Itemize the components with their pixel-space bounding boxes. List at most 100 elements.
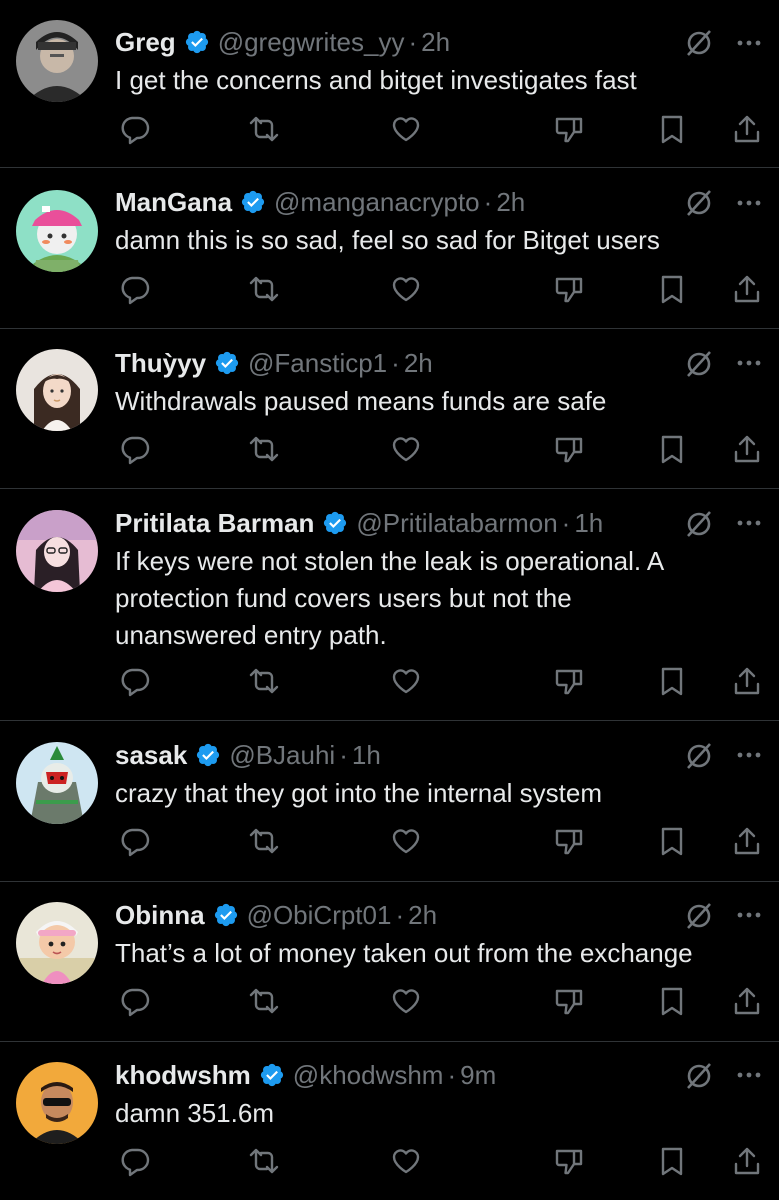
reply-icon[interactable] [119,985,151,1017]
verified-badge-icon [185,30,208,54]
dislike-icon[interactable] [553,273,585,305]
timestamp[interactable]: 2h [421,27,450,58]
reply-icon[interactable] [119,273,151,305]
author-handle[interactable]: @Fansticp1 [248,348,387,379]
dislike-icon[interactable] [553,665,585,697]
more-options-icon[interactable] [736,197,762,209]
timestamp[interactable]: 1h [352,740,381,771]
avatar[interactable] [16,190,98,272]
share-icon[interactable] [731,665,763,697]
dislike-icon[interactable] [553,433,585,465]
author-name[interactable]: ManGana [115,187,232,218]
share-icon[interactable] [731,825,763,857]
more-options-icon[interactable] [736,1069,762,1081]
dislike-icon[interactable] [553,113,585,145]
author-handle[interactable]: @BJauhi [229,740,335,771]
repost-icon[interactable] [248,433,280,465]
grok-icon[interactable] [683,348,715,380]
dislike-icon[interactable] [553,985,585,1017]
bookmark-icon[interactable] [656,665,688,697]
tweet[interactable]: Obinna @ObiCrpt01 · 2h That’s a lot of m… [0,882,779,1042]
more-options-icon[interactable] [736,37,762,49]
more-options-icon[interactable] [736,749,762,761]
grok-icon[interactable] [683,1060,715,1092]
repost-icon[interactable] [248,1145,280,1177]
author-handle[interactable]: @gregwrites_yy [218,27,405,58]
dislike-icon[interactable] [553,825,585,857]
repost-icon[interactable] [248,273,280,305]
like-icon[interactable] [390,433,422,465]
separator: · [561,507,571,538]
tweet[interactable]: khodwshm @khodwshm · 9m damn 351.6m [0,1042,779,1200]
more-options-icon[interactable] [736,357,762,369]
grok-icon[interactable] [683,187,715,219]
verified-badge-icon [215,351,239,375]
reply-icon[interactable] [119,1145,151,1177]
like-icon[interactable] [390,273,422,305]
bookmark-icon[interactable] [656,1145,688,1177]
timestamp[interactable]: 2h [404,348,433,379]
reply-icon[interactable] [119,113,151,145]
separator: · [395,899,405,930]
repost-icon[interactable] [248,113,280,145]
bookmark-icon[interactable] [656,985,688,1017]
bookmark-icon[interactable] [656,273,688,305]
timestamp[interactable]: 9m [460,1060,496,1091]
bookmark-icon[interactable] [656,825,688,857]
bookmark-icon[interactable] [656,113,688,145]
author-name[interactable]: Obinna [115,900,205,931]
grok-icon[interactable] [683,27,715,59]
timestamp[interactable]: 2h [408,900,437,931]
author-handle[interactable]: @manganacrypto [274,187,480,218]
author-handle[interactable]: @ObiCrpt01 [247,900,392,931]
share-icon[interactable] [731,273,763,305]
tweet-text: Withdrawals paused means funds are safe [115,386,607,416]
more-options-icon[interactable] [736,909,762,921]
like-icon[interactable] [390,825,422,857]
share-icon[interactable] [731,433,763,465]
verified-badge-icon [197,743,220,767]
separator: · [483,186,493,217]
tweet[interactable]: ManGana @manganacrypto · 2h damn this is… [0,168,779,329]
separator: · [391,347,400,378]
author-name[interactable]: Pritilata Barman [115,508,314,539]
avatar[interactable] [16,20,98,102]
like-icon[interactable] [390,665,422,697]
share-icon[interactable] [731,113,763,145]
like-icon[interactable] [390,1145,422,1177]
tweet-text: That’s a lot of money taken out from the… [115,938,693,968]
repost-icon[interactable] [248,665,280,697]
more-options-icon[interactable] [736,517,762,529]
avatar[interactable] [16,349,98,431]
repost-icon[interactable] [248,825,280,857]
avatar[interactable] [16,902,98,984]
avatar[interactable] [16,510,98,592]
grok-icon[interactable] [683,740,715,772]
repost-icon[interactable] [248,985,280,1017]
author-handle[interactable]: @Pritilatabarmon [356,508,557,539]
timestamp[interactable]: 1h [574,508,603,539]
tweet[interactable]: sasak @BJauhi · 1h crazy that they got i… [0,721,779,882]
reply-icon[interactable] [119,825,151,857]
like-icon[interactable] [390,985,422,1017]
avatar[interactable] [16,742,98,824]
like-icon[interactable] [390,113,422,145]
author-name[interactable]: sasak [115,740,187,771]
author-name[interactable]: khodwshm [115,1060,251,1091]
dislike-icon[interactable] [553,1145,585,1177]
reply-icon[interactable] [119,433,151,465]
bookmark-icon[interactable] [656,433,688,465]
author-handle[interactable]: @khodwshm [293,1060,444,1091]
timestamp[interactable]: 2h [496,187,525,218]
share-icon[interactable] [731,1145,763,1177]
reply-icon[interactable] [119,665,151,697]
grok-icon[interactable] [683,508,715,540]
tweet[interactable]: Greg @gregwrites_yy · 2h I get the conce… [0,0,779,168]
tweet[interactable]: Pritilata Barman @Pritilatabarmon · 1h I… [0,489,779,721]
author-name[interactable]: Thuỳyy [115,348,206,379]
grok-icon[interactable] [683,900,715,932]
author-name[interactable]: Greg [115,27,176,58]
avatar[interactable] [16,1062,98,1144]
tweet[interactable]: Thuỳyy @Fansticp1 · 2h Withdrawals pause… [0,329,779,489]
share-icon[interactable] [731,985,763,1017]
